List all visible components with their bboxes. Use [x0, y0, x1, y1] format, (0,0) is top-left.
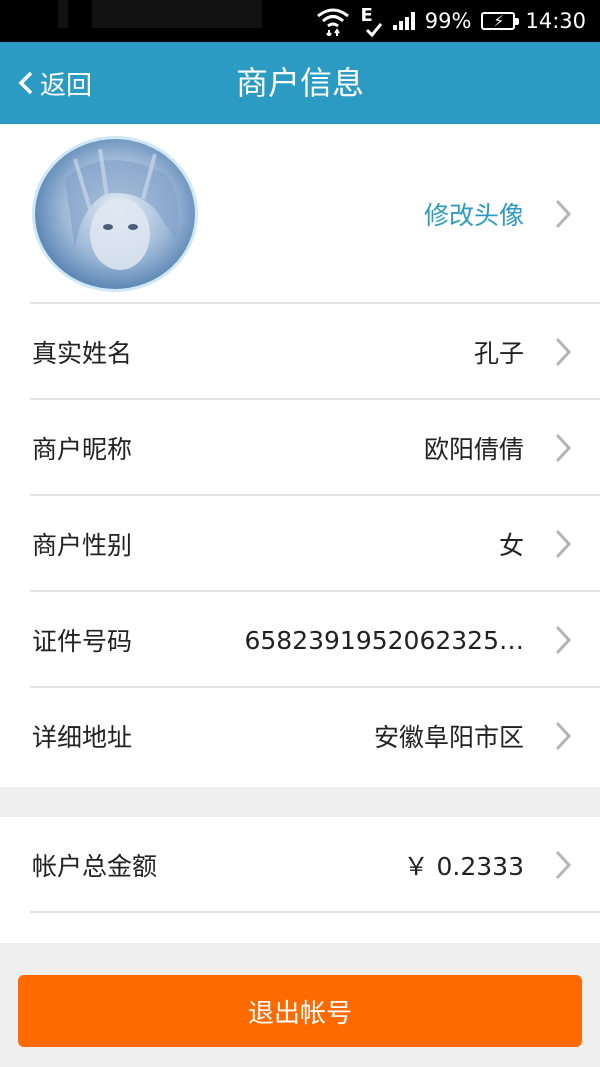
- back-label: 返回: [40, 70, 93, 101]
- address-label: 详细地址: [32, 723, 133, 752]
- chevron-right-icon: [552, 718, 574, 754]
- real-name-value: 孔子: [473, 339, 524, 368]
- info-row-gender[interactable]: 商户性别 女: [0, 496, 600, 592]
- chevron-left-icon: [18, 71, 33, 95]
- clock: 14:30: [525, 9, 586, 33]
- back-button[interactable]: 返回: [18, 42, 92, 124]
- gender-label: 商户性别: [32, 531, 133, 560]
- chevron-right-icon: [552, 334, 574, 370]
- chevron-right-icon: [552, 847, 574, 883]
- chevron-right-icon: [552, 526, 574, 562]
- chevron-right-icon: [552, 196, 574, 232]
- info-row-address[interactable]: 详细地址 安徽阜阳市区: [0, 688, 600, 784]
- id-number-value: 6582391952062325…: [244, 625, 525, 655]
- status-bar: E 99% ⚡ 14:30: [0, 0, 600, 42]
- account-balance-row[interactable]: 帐户总金额 ￥ 0.2333: [0, 817, 600, 913]
- status-notification-area: [92, 0, 262, 28]
- chevron-right-icon: [552, 622, 574, 658]
- wifi-icon: [317, 8, 350, 36]
- info-row-id-number[interactable]: 证件号码 6582391952062325…: [0, 592, 600, 688]
- signal-icon: [392, 12, 415, 30]
- address-value: 安徽阜阳市区: [373, 723, 524, 752]
- real-name-label: 真实姓名: [32, 339, 133, 368]
- battery-percent: 99%: [424, 9, 472, 33]
- logout-button[interactable]: 退出帐号: [18, 975, 582, 1047]
- gender-value: 女: [498, 531, 524, 560]
- avatar[interactable]: [32, 136, 198, 292]
- battery-icon: ⚡: [481, 12, 520, 30]
- network-type-icon: E: [360, 4, 373, 26]
- nickname-value: 欧阳倩倩: [423, 435, 524, 464]
- account-card: 帐户总金额 ￥ 0.2333: [0, 817, 600, 943]
- info-row-nickname[interactable]: 商户昵称 欧阳倩倩: [0, 400, 600, 496]
- title-bar: 商户信息 返回: [0, 42, 600, 124]
- avatar-image: [35, 139, 195, 289]
- chevron-right-icon: [552, 430, 574, 466]
- account-balance-label: 帐户总金额: [32, 852, 158, 881]
- id-number-label: 证件号码: [32, 627, 133, 656]
- status-notification-icon: [58, 0, 68, 28]
- nickname-label: 商户昵称: [32, 435, 133, 464]
- edit-avatar-label: 修改头像: [423, 201, 524, 230]
- info-row-real-name[interactable]: 真实姓名 孔子: [0, 304, 600, 400]
- account-balance-value: ￥ 0.2333: [403, 852, 524, 881]
